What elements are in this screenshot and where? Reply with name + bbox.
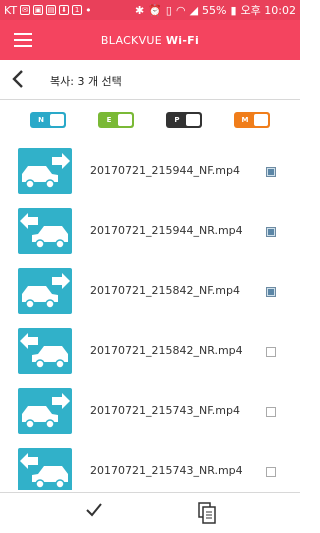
status-left: KT ✉ ▣ ▤ ⬇ 1 • xyxy=(4,4,92,17)
toggle-knob xyxy=(254,114,268,126)
selection-bar: 복사: 3 개 선택 xyxy=(0,60,300,100)
battery-icon: ▮ xyxy=(230,3,237,17)
file-select-checkbox[interactable] xyxy=(266,347,276,357)
alarm-icon: ⏰ xyxy=(148,3,162,17)
back-arrow-icon[interactable] xyxy=(12,70,28,90)
bluetooth-icon: ✱ xyxy=(134,3,145,17)
notification-icon: 1 xyxy=(72,5,83,15)
filter-toggle-label: P xyxy=(174,116,180,124)
filter-toggle-p[interactable]: P xyxy=(166,112,202,128)
bottom-action-bar xyxy=(0,492,300,533)
filter-toggle-label: M xyxy=(241,116,249,124)
front-camera-car-icon xyxy=(18,268,72,314)
filter-toggle-label: E xyxy=(106,116,112,124)
wifi-icon: ◠ xyxy=(175,3,186,17)
file-select-checkbox[interactable] xyxy=(266,287,276,297)
notification-icon: ▣ xyxy=(33,5,44,15)
toggle-knob xyxy=(186,114,200,126)
filter-toggle-label: N xyxy=(38,116,44,124)
app-bar: BLACKVUE Wi-Fi xyxy=(0,20,300,60)
file-list-item[interactable]: 20170721_215842_NF.mp4 xyxy=(0,268,300,328)
filter-toggle-m[interactable]: M xyxy=(234,112,270,128)
file-name: 20170721_215743_NF.mp4 xyxy=(90,404,240,417)
filter-toggle-n[interactable]: N xyxy=(30,112,66,128)
file-list-item[interactable]: 20170721_215944_NR.mp4 xyxy=(0,208,300,268)
filter-toggles: NEPM xyxy=(0,100,300,136)
rear-camera-car-icon xyxy=(18,448,72,490)
file-select-checkbox[interactable] xyxy=(266,227,276,237)
toggle-knob xyxy=(50,114,64,126)
selection-count-title: 복사: 3 개 선택 xyxy=(50,75,122,88)
checkmark-icon[interactable] xyxy=(84,501,104,523)
app-title-prefix: BLACKVUE xyxy=(100,33,163,47)
file-name: 20170721_215944_NR.mp4 xyxy=(90,224,243,237)
notification-icon: ✉ xyxy=(20,5,31,15)
file-list-item[interactable]: 20170721_215944_NF.mp4 xyxy=(0,148,300,208)
file-list: 20170721_215944_NF.mp4 20170721_215944_NR… xyxy=(0,140,300,490)
carrier-label: KT xyxy=(4,3,18,17)
notification-icon: ▤ xyxy=(46,5,57,15)
toggle-knob xyxy=(118,114,132,126)
file-name: 20170721_215743_NR.mp4 xyxy=(90,464,243,477)
clock: 오후 10:02 xyxy=(240,4,296,17)
more-notifications-icon: • xyxy=(85,3,92,17)
status-bar: KT ✉ ▣ ▤ ⬇ 1 • ✱ ⏰ ▯ ◠ ◢ 55% ▮ 오후 10:02 xyxy=(0,0,300,20)
front-camera-car-icon xyxy=(18,148,72,194)
app-title: BLACKVUE Wi-Fi xyxy=(0,34,300,47)
app-title-suffix: Wi-Fi xyxy=(165,33,200,47)
file-select-checkbox[interactable] xyxy=(266,467,276,477)
battery-percent: 55% xyxy=(202,3,227,17)
vibrate-icon: ▯ xyxy=(165,3,172,17)
file-list-item[interactable]: 20170721_215743_NF.mp4 xyxy=(0,388,300,448)
rear-camera-car-icon xyxy=(18,328,72,374)
notification-icon: ⬇ xyxy=(59,5,70,15)
file-list-item[interactable]: 20170721_215842_NR.mp4 xyxy=(0,328,300,388)
signal-icon: ◢ xyxy=(189,3,199,17)
status-right: ✱ ⏰ ▯ ◠ ◢ 55% ▮ 오후 10:02 xyxy=(135,2,296,18)
rear-camera-car-icon xyxy=(18,208,72,254)
filter-toggle-e[interactable]: E xyxy=(98,112,134,128)
file-select-checkbox[interactable] xyxy=(266,407,276,417)
front-camera-car-icon xyxy=(18,388,72,434)
file-select-checkbox[interactable] xyxy=(266,167,276,177)
file-list-item[interactable]: 20170721_215743_NR.mp4 xyxy=(0,448,300,490)
file-name: 20170721_215842_NR.mp4 xyxy=(90,344,243,357)
copy-icon[interactable] xyxy=(198,502,216,524)
file-name: 20170721_215842_NF.mp4 xyxy=(90,284,240,297)
file-name: 20170721_215944_NF.mp4 xyxy=(90,164,240,177)
